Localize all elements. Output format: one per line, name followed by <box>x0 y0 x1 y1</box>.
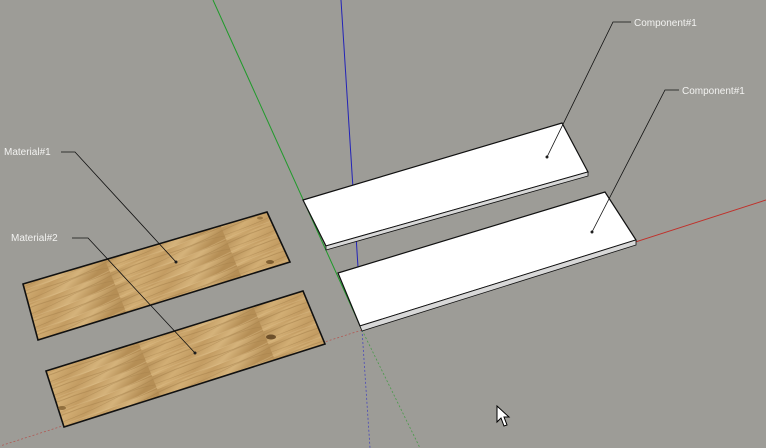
green-axis <box>212 0 363 331</box>
label-material-2[interactable]: Material#2 <box>11 233 58 244</box>
arrow-cursor-icon <box>496 404 511 427</box>
label-material-1[interactable]: Material#1 <box>4 147 51 158</box>
sketchup-viewport[interactable]: Component#1 Component#1 Material#1 Mater… <box>0 0 766 448</box>
3d-scene[interactable]: Component#1 Component#1 Material#1 Mater… <box>0 0 766 448</box>
label-component-bottom[interactable]: Component#1 <box>682 86 745 97</box>
label-component-top[interactable]: Component#1 <box>634 18 697 29</box>
green-axis-dotted <box>361 329 421 448</box>
blue-axis-dotted <box>361 329 371 448</box>
